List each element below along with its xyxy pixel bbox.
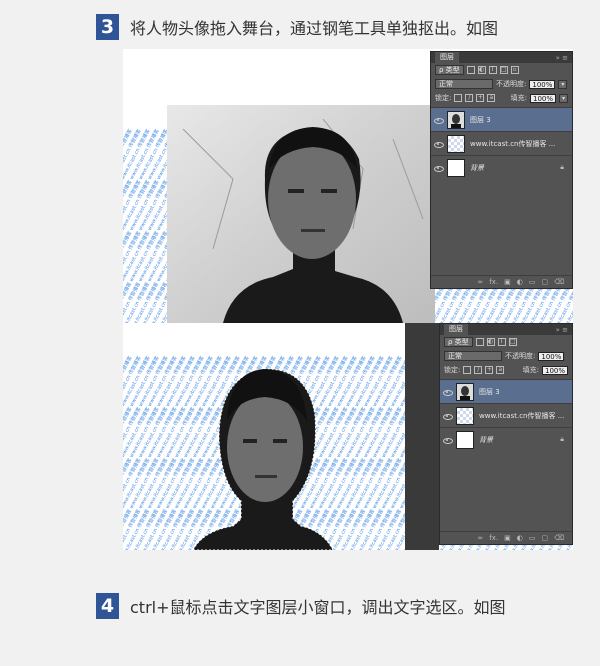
layer-row[interactable]: www.itcast.cn传智播客 ... <box>440 403 572 427</box>
kind-filter-select[interactable]: ρ 类型 <box>444 337 473 347</box>
layer-name[interactable]: www.itcast.cn传智播客 ... <box>470 139 555 149</box>
layer-row[interactable]: 背景 🔒︎ <box>440 427 572 451</box>
fx-button[interactable]: fx. <box>489 278 498 286</box>
new-layer-icon[interactable]: ▢ <box>541 278 548 286</box>
lock-label: 锁定: <box>444 366 461 374</box>
layers-tab[interactable]: 图层 <box>444 324 468 335</box>
fill-field[interactable]: 100% <box>529 93 556 103</box>
opacity-field[interactable]: 100% <box>529 79 556 89</box>
step-instruction: 将人物头像拖入舞台，通过钢笔工具单独抠出。如图 <box>130 19 499 38</box>
lock-transparent-icon[interactable] <box>454 94 463 102</box>
opacity-field[interactable]: 100% <box>538 351 565 361</box>
fill-label: 填充: <box>510 94 527 102</box>
layers-panel: 图层 » ≡ ρ 类型 ◐ T □ 正常 不透明度: 100% 锁定: / + … <box>439 323 573 545</box>
layer-row[interactable]: 图层 3 <box>440 379 572 403</box>
layer-name[interactable]: 图层 3 <box>470 115 491 125</box>
type-filter-icon[interactable]: T <box>488 66 497 74</box>
type-filter-icon[interactable]: T <box>497 338 506 346</box>
layers-panel: 图层 » ≡ ρ 类型 ◐ T □ ▫ 正常 不透明度: 100% ▾ 锁定: … <box>430 51 573 289</box>
layer-thumbnail[interactable] <box>456 382 474 401</box>
layers-tab[interactable]: 图层 <box>435 52 459 63</box>
screenshot-drag-portrait: www.itcast.cn 传智播客 www.itcast.cn 传智播客 ww… <box>123 49 573 323</box>
screenshot-cutout-portrait: www.itcast.cn 传智播客 www.itcast.cn 传智播客 ww… <box>123 323 573 550</box>
layer-row[interactable]: 图层 3 <box>431 107 572 131</box>
panel-footer: ∞ fx. ▣ ◐ ▭ ▢ ⌫ <box>440 531 572 544</box>
panel-footer: ∞ fx. ▣ ◐ ▭ ▢ ⌫ <box>431 275 572 288</box>
lock-brush-icon[interactable]: / <box>465 94 474 102</box>
adjustment-icon[interactable]: ◐ <box>517 278 523 286</box>
pixel-filter-icon[interactable] <box>466 66 475 74</box>
layer-thumbnail[interactable] <box>456 430 474 449</box>
step-4-heading: 4 ctrl+鼠标点击文字图层小窗口，调出文字选区。如图 <box>96 593 506 619</box>
opacity-label: 不透明度: <box>496 80 527 88</box>
trash-icon[interactable]: ⌫ <box>554 278 564 286</box>
visibility-eye-icon[interactable] <box>443 388 453 396</box>
opacity-dropdown[interactable]: ▾ <box>558 79 568 89</box>
adjustment-icon[interactable]: ◐ <box>517 534 523 542</box>
layer-name[interactable]: 背景 <box>479 435 493 445</box>
link-icon[interactable]: ∞ <box>477 534 483 542</box>
lock-move-icon[interactable]: + <box>485 366 494 374</box>
step-number-badge: 3 <box>96 14 119 40</box>
step-instruction: ctrl+鼠标点击文字图层小窗口，调出文字选区。如图 <box>130 598 506 617</box>
fill-label: 填充: <box>522 366 539 374</box>
fill-dropdown[interactable]: ▾ <box>559 93 568 103</box>
step-3-heading: 3 将人物头像拖入舞台，通过钢笔工具单独抠出。如图 <box>96 14 498 40</box>
smart-object-filter-icon[interactable]: ▫ <box>510 66 519 74</box>
layer-name[interactable]: www.itcast.cn传智播客 ... <box>479 411 564 421</box>
layer-row[interactable]: www.itcast.cn传智播客 ... <box>431 131 572 155</box>
pixel-filter-icon[interactable] <box>475 338 484 346</box>
shape-filter-icon[interactable]: □ <box>508 338 517 346</box>
layer-thumbnail[interactable] <box>447 110 465 129</box>
fill-field[interactable]: 100% <box>541 365 568 375</box>
fx-button[interactable]: fx. <box>489 534 498 542</box>
adjustment-filter-icon[interactable]: ◐ <box>486 338 495 346</box>
adjustment-filter-icon[interactable]: ◐ <box>477 66 486 74</box>
visibility-eye-icon[interactable] <box>434 140 444 148</box>
step-number-badge: 4 <box>96 593 119 619</box>
visibility-eye-icon[interactable] <box>434 164 444 172</box>
visibility-eye-icon[interactable] <box>434 116 444 124</box>
opacity-label: 不透明度: <box>505 352 536 360</box>
new-layer-icon[interactable]: ▢ <box>541 534 548 542</box>
visibility-eye-icon[interactable] <box>443 412 453 420</box>
blend-mode-select[interactable]: 正常 <box>435 79 493 89</box>
layer-name[interactable]: 图层 3 <box>479 387 500 397</box>
layer-thumbnail[interactable] <box>456 406 474 425</box>
lock-brush-icon[interactable]: / <box>474 366 483 374</box>
layer-row[interactable]: 背景 🔒︎ <box>431 155 572 179</box>
lock-label: 锁定: <box>435 94 452 102</box>
trash-icon[interactable]: ⌫ <box>554 534 564 542</box>
lock-all-icon[interactable]: a <box>496 366 505 374</box>
folder-icon[interactable]: ▭ <box>529 278 536 286</box>
kind-filter-select[interactable]: ρ 类型 <box>435 65 464 75</box>
visibility-eye-icon[interactable] <box>443 436 453 444</box>
lock-icon: 🔒︎ <box>560 435 564 443</box>
link-icon[interactable]: ∞ <box>477 278 483 286</box>
lock-move-icon[interactable]: + <box>476 94 485 102</box>
folder-icon[interactable]: ▭ <box>529 534 536 542</box>
lock-transparent-icon[interactable] <box>463 366 472 374</box>
blend-mode-select[interactable]: 正常 <box>444 351 502 361</box>
mask-icon[interactable]: ▣ <box>504 278 511 286</box>
layer-thumbnail[interactable] <box>447 134 465 153</box>
layer-thumbnail[interactable] <box>447 158 465 177</box>
shape-filter-icon[interactable]: □ <box>499 66 508 74</box>
layer-name[interactable]: 背景 <box>470 163 484 173</box>
lock-icon: 🔒︎ <box>560 163 564 171</box>
mask-icon[interactable]: ▣ <box>504 534 511 542</box>
lock-all-icon[interactable]: a <box>487 94 496 102</box>
